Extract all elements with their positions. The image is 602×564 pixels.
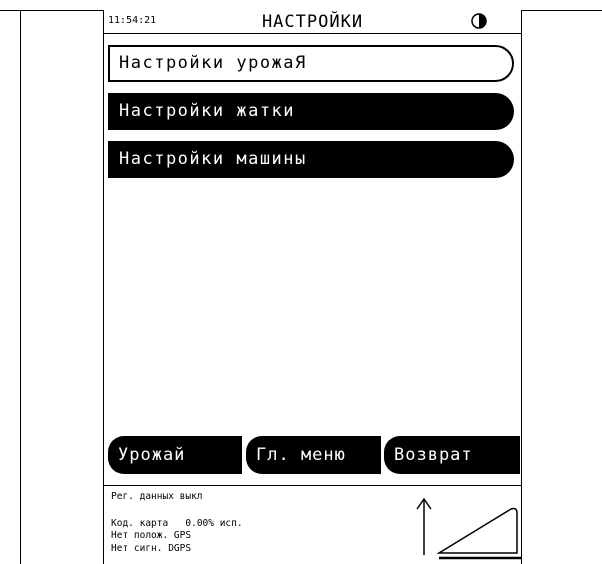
map-code-label: Код. карта (111, 518, 169, 529)
menu-item-label: Настройки машины (119, 149, 307, 169)
map-code-status: Код. карта 0.00% исп. (111, 518, 243, 530)
menu-item-label: Настройки жатки (119, 101, 296, 121)
header-bar: 11:54:21 НАСТРОЙКИ (104, 10, 521, 34)
outer-frame-left (20, 10, 21, 564)
gps-position-status: Нет полож. GPS (111, 530, 192, 541)
harvest-softkey[interactable]: Урожай (108, 436, 242, 474)
status-divider (104, 485, 521, 486)
softkey-label: Возврат (394, 445, 473, 465)
main-menu-softkey[interactable]: Гл. меню (246, 436, 381, 474)
menu-item-machine-settings[interactable]: Настройки машины (108, 141, 514, 178)
menu-item-header-settings[interactable]: Настройки жатки (108, 93, 514, 130)
dgps-signal-status: Нет сигн. DGPS (111, 543, 192, 554)
menu-item-label: Настройки урожаЯ (119, 53, 307, 73)
back-softkey[interactable]: Возврат (384, 436, 520, 474)
softkey-label: Урожай (118, 445, 186, 465)
page-title: НАСТРОЙКИ (261, 12, 364, 32)
contrast-icon[interactable] (471, 13, 487, 29)
terminal-screen: 11:54:21 НАСТРОЙКИ Настройки урожаЯ Наст… (103, 10, 522, 564)
north-arrow-slope-icon (416, 497, 521, 560)
data-logging-status: Рег. данных выкл (111, 491, 203, 502)
menu-item-harvest-settings[interactable]: Настройки урожаЯ (108, 45, 514, 82)
softkey-label: Гл. меню (256, 445, 346, 465)
map-usage-value: 0.00% исп. (185, 518, 243, 529)
